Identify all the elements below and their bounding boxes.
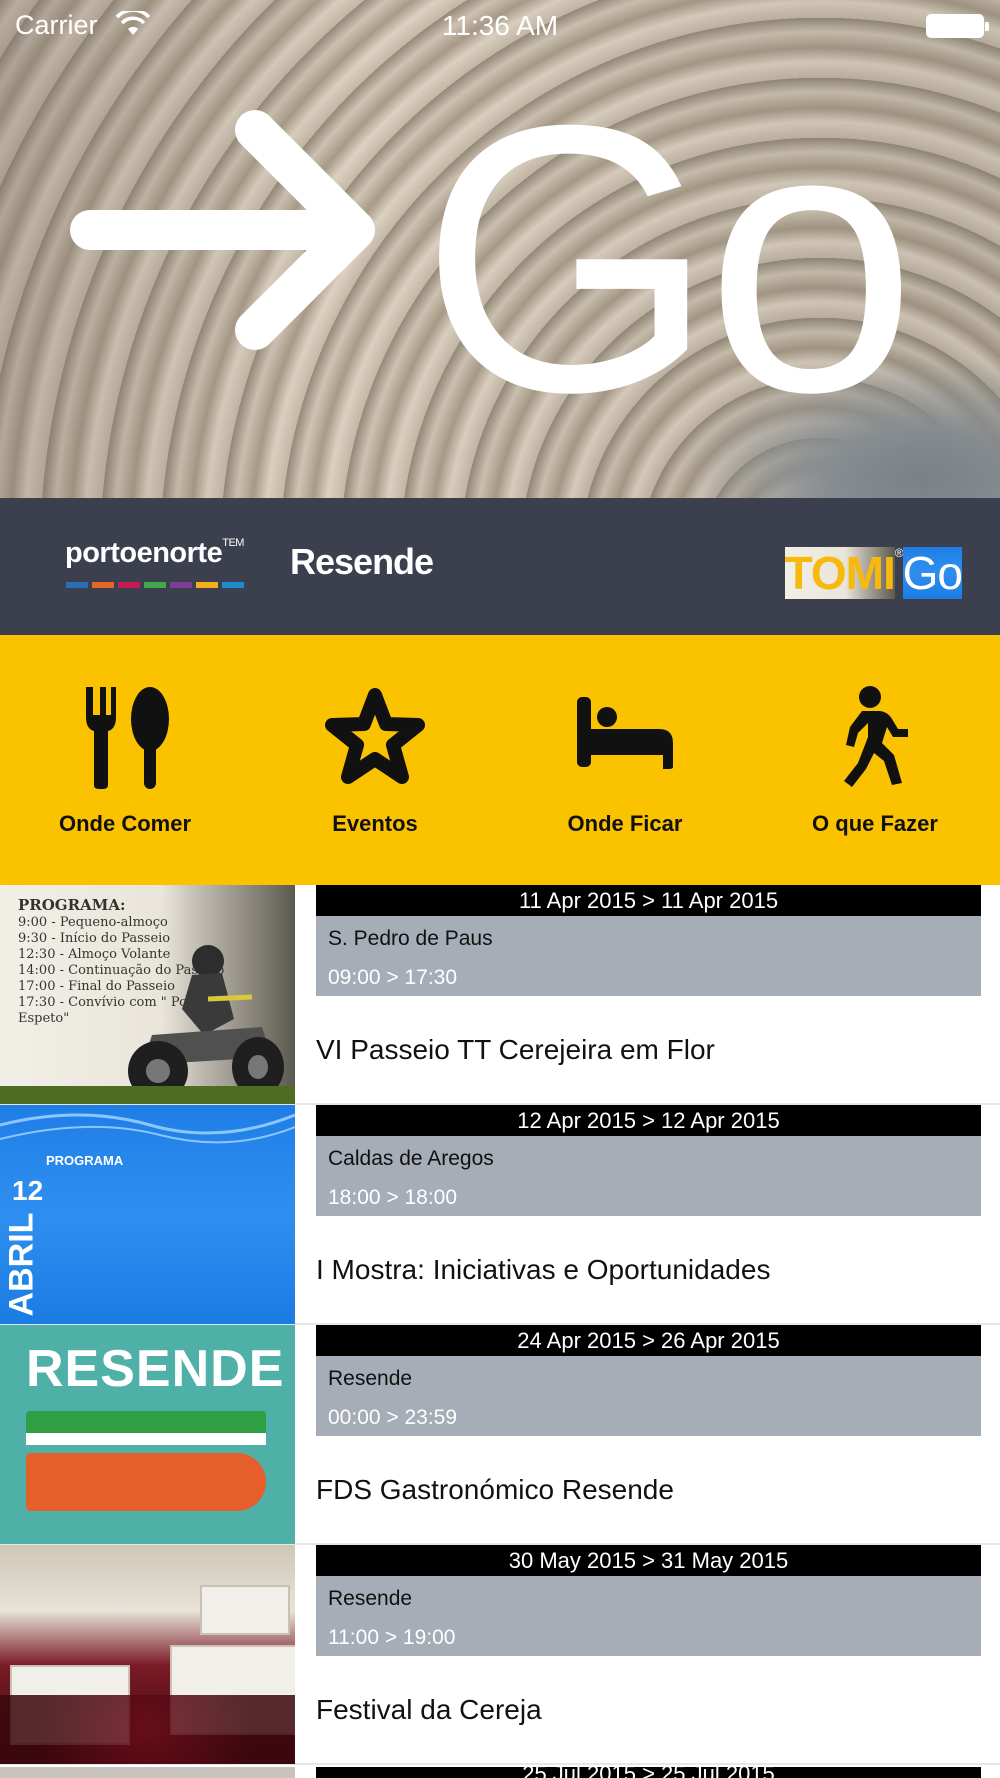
event-info-box: Resende 00:00 > 23:59	[316, 1356, 981, 1436]
poster-heading: RESENDE	[26, 1340, 285, 1398]
porto-e-norte-logo: portoenorteTEM	[65, 537, 244, 570]
event-time: 18:00 > 18:00	[328, 1186, 458, 1209]
event-time: 09:00 > 17:30	[328, 966, 458, 989]
event-title: I Mostra: Iniciativas e Oportunidades	[316, 1254, 771, 1285]
event-thumbnail: RESENDE	[0, 1325, 295, 1544]
event-location: Caldas de Aregos	[328, 1147, 494, 1170]
tomi-brand-bold: TOMI	[784, 547, 896, 599]
event-row[interactable]: PROGRAMA 12 ABRIL 12 Apr 2015 > 12 Apr 2…	[0, 1105, 1000, 1325]
event-thumbnail: PROGRAMA 12 ABRIL	[0, 1105, 295, 1324]
cutlery-icon	[86, 687, 169, 789]
clock-label: 11:36 AM	[441, 10, 559, 41]
quad-bike-illustration	[128, 945, 284, 1101]
category-label: Onde Ficar	[567, 811, 683, 836]
category-label: Onde Comer	[58, 811, 192, 836]
event-date-range: 12 Apr 2015 > 12 Apr 2015	[316, 1105, 981, 1136]
region-title: Resende	[290, 541, 434, 582]
event-thumbnail	[0, 1545, 295, 1764]
event-date-range: 11 Apr 2015 > 11 Apr 2015	[316, 885, 981, 916]
status-bar: Carrier 11:36 AM	[0, 0, 1000, 50]
event-row[interactable]: RESENDE 24 Apr 2015 > 26 Apr 2015 Resend…	[0, 1325, 1000, 1545]
bed-icon	[577, 697, 673, 769]
category-onde-comer[interactable]: Onde Comer	[0, 635, 250, 885]
event-time: 11:00 > 19:00	[328, 1626, 456, 1649]
event-location: S. Pedro de Paus	[328, 927, 493, 950]
event-thumbnail: PROGRAMA: 9:00 - Pequeno-almoço 9:30 - I…	[0, 885, 295, 1104]
category-onde-ficar[interactable]: Onde Ficar	[500, 635, 750, 885]
event-date-range-partial: 25 Jul 2015 > 25 Jul 2015	[316, 1767, 981, 1778]
category-label: O que Fazer	[812, 811, 938, 836]
partner-name: portoenorte	[65, 537, 223, 569]
tomi-brand-light: Go	[902, 547, 963, 599]
go-logo-icon: Go	[70, 90, 917, 420]
event-date-range: 24 Apr 2015 > 26 Apr 2015	[316, 1325, 981, 1356]
hero-banner: Carrier 11:36 AM Go	[0, 0, 1000, 498]
category-nav: Onde Comer Eventos Onde Ficar O que Faze…	[0, 635, 1000, 885]
svg-text:Go: Go	[420, 90, 907, 420]
poster-day: 12	[12, 1175, 44, 1206]
event-title: Festival da Cereja	[316, 1694, 542, 1725]
category-label: Eventos	[332, 811, 418, 836]
event-row[interactable]: PROGRAMA: 9:00 - Pequeno-almoço 9:30 - I…	[0, 885, 1000, 1105]
event-date-range: 30 May 2015 > 31 May 2015	[316, 1545, 981, 1576]
poster-swirl	[0, 1113, 295, 1144]
event-location: Resende	[328, 1587, 413, 1610]
event-thumbnail-partial	[0, 1767, 295, 1778]
event-info-box: Caldas de Aregos 18:00 > 18:00	[316, 1136, 981, 1216]
event-location: Resende	[328, 1367, 413, 1390]
event-row[interactable]: 30 May 2015 > 31 May 2015 Resende 11:00 …	[0, 1545, 1000, 1765]
event-time: 00:00 > 23:59	[328, 1406, 458, 1429]
poster-month: ABRIL	[2, 1212, 41, 1317]
partner-tm: TEM	[222, 537, 244, 549]
tomi-go-logo: TOMI®Go	[784, 546, 963, 599]
battery-icon	[926, 14, 989, 38]
event-info-box: S. Pedro de Paus 09:00 > 17:30	[316, 916, 981, 996]
walking-icon	[844, 686, 908, 787]
category-o-que-fazer[interactable]: O que Fazer	[750, 635, 1000, 885]
event-info-box: Resende 11:00 > 19:00	[316, 1576, 981, 1656]
partner-color-stripes	[66, 582, 244, 588]
event-title: VI Passeio TT Cerejeira em Flor	[316, 1034, 715, 1065]
star-icon	[325, 688, 425, 784]
category-eventos[interactable]: Eventos	[250, 635, 500, 885]
event-title: FDS Gastronómico Resende	[316, 1474, 674, 1505]
events-list: PROGRAMA: 9:00 - Pequeno-almoço 9:30 - I…	[0, 885, 1000, 1765]
